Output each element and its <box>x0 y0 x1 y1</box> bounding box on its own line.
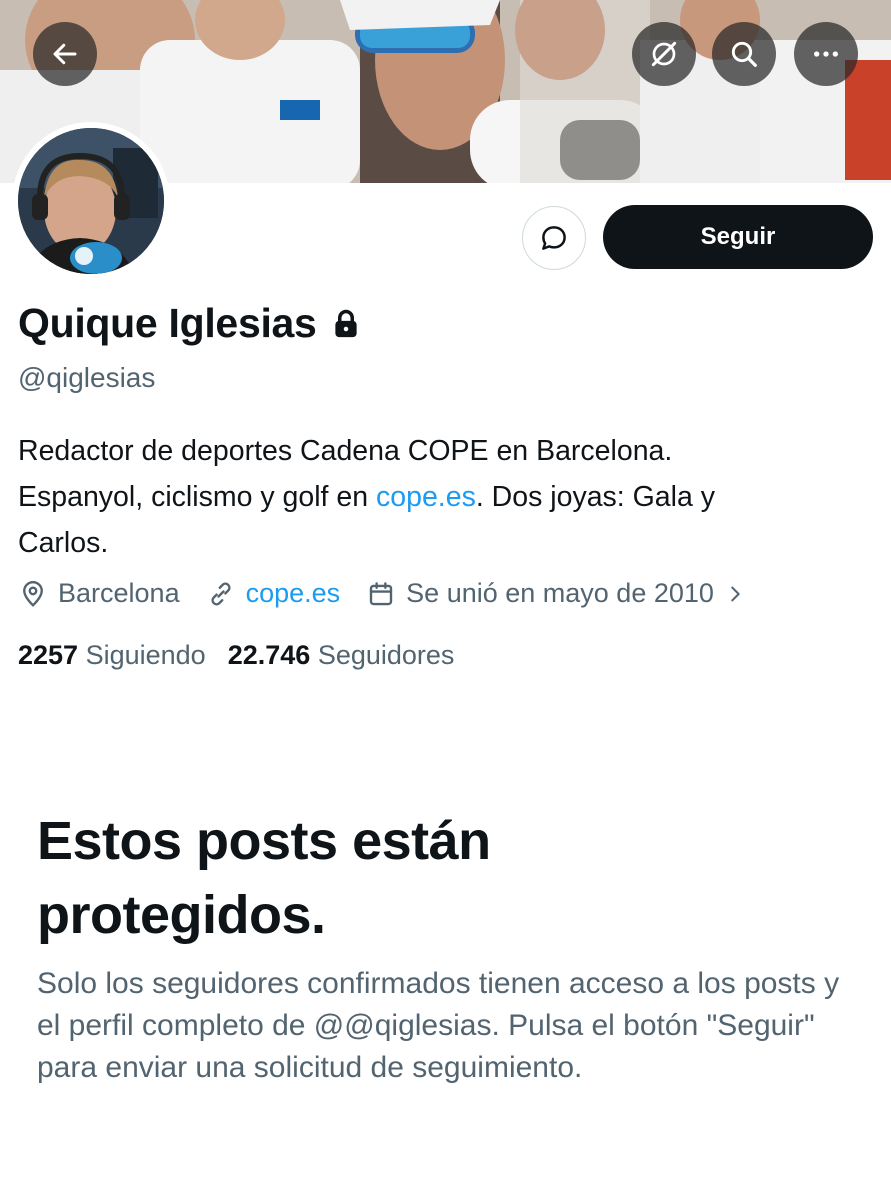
protected-title: Estos posts están protegidos. <box>37 804 857 952</box>
profile-handle: @qiglesias <box>18 362 156 393</box>
following-stat[interactable]: 2257 Siguiendo <box>18 640 206 671</box>
grok-button[interactable] <box>632 22 696 86</box>
protected-title-line: Estos posts están <box>37 811 491 871</box>
calendar-icon <box>369 581 393 605</box>
avatar[interactable] <box>12 122 170 280</box>
join-date[interactable]: Se unió en mayo de 2010 <box>366 578 746 609</box>
location: Barcelona <box>18 578 180 609</box>
display-name: Quique Iglesias <box>18 300 317 346</box>
bio-line: Redactor de deportes Cadena COPE en Barc… <box>18 435 673 467</box>
arrow-left-icon <box>53 43 77 65</box>
avatar-image <box>18 128 164 274</box>
followers-label: Seguidores <box>317 640 455 670</box>
followers-count: 22.746 <box>227 640 311 670</box>
protected-title-line: protegidos. <box>37 885 326 945</box>
profile-stats: 2257 Siguiendo 22.746 Seguidores <box>18 640 454 671</box>
bio-text: . Dos joyas: Gala y <box>475 481 716 513</box>
lock-icon <box>334 309 357 337</box>
followers-stat[interactable]: 22.746 Seguidores <box>228 640 455 671</box>
chevron-right-icon <box>731 586 740 601</box>
website-link[interactable]: cope.es <box>246 578 341 609</box>
back-button[interactable] <box>33 22 97 86</box>
location-icon <box>23 580 43 607</box>
grok-icon <box>651 41 677 67</box>
more-button[interactable] <box>794 22 858 86</box>
website[interactable]: cope.es <box>206 578 341 609</box>
protected-description: Solo los seguidores confirmados tienen a… <box>37 967 840 1084</box>
bio-line: Carlos. <box>18 527 109 559</box>
location-text: Barcelona <box>58 578 180 608</box>
profile-name-row: Quique Iglesias <box>18 300 361 347</box>
more-horizontal-icon <box>814 51 838 57</box>
message-icon <box>542 226 566 250</box>
join-date-text: Se unió en mayo de 2010 <box>406 578 714 608</box>
bio-link[interactable]: cope.es <box>376 481 476 513</box>
profile-bio: Redactor de deportes Cadena COPE en Barc… <box>18 428 868 566</box>
message-button[interactable] <box>522 206 586 270</box>
bio-line: Espanyol, ciclismo y golf en cope.es. Do… <box>18 474 868 520</box>
search-button[interactable] <box>712 22 776 86</box>
profile-meta: Barcelona cope.es Se unió en mayo de 201… <box>18 578 772 609</box>
link-icon <box>211 582 231 605</box>
follow-button[interactable]: Seguir <box>603 205 873 269</box>
following-label: Siguiendo <box>85 640 206 670</box>
search-icon <box>731 41 757 67</box>
bio-text: Espanyol, ciclismo y golf en <box>18 481 376 513</box>
following-count: 2257 <box>18 640 79 670</box>
